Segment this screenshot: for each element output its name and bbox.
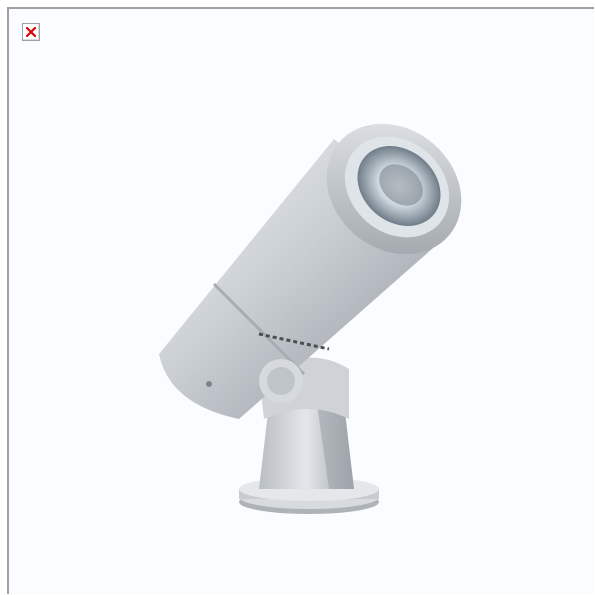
broken-image-icon xyxy=(22,23,40,41)
image-frame xyxy=(7,7,594,594)
spotlight-fixture-image xyxy=(159,123,462,514)
close-x-icon xyxy=(26,27,36,37)
